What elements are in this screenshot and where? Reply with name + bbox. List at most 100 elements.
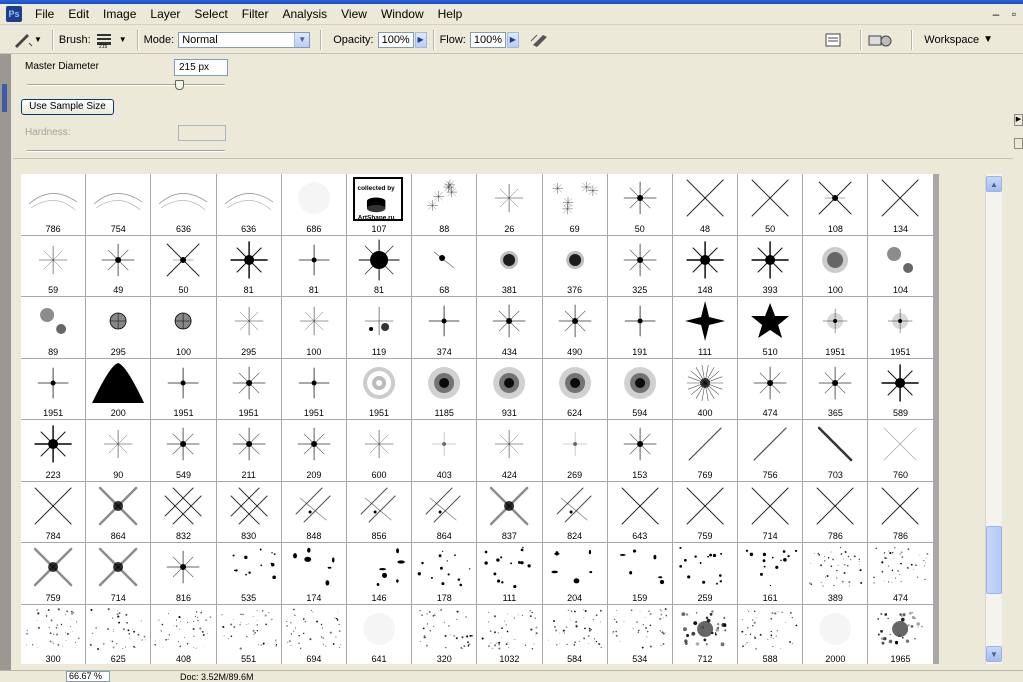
brush-preset-cell[interactable]: 535 [216,543,281,604]
brush-preset-cell[interactable]: 88 [412,174,477,235]
panel-resize-icon[interactable] [1014,138,1023,149]
brush-preset-cell[interactable]: 641 [346,604,412,664]
brush-preset-cell[interactable]: 90 [86,420,151,481]
brush-preset-cell[interactable]: 1951 [21,358,86,419]
brush-preset-cell[interactable]: 259 [672,543,738,604]
chevron-down-icon[interactable]: ▼ [294,32,310,47]
menu-edit[interactable]: Edit [61,4,96,25]
menu-file[interactable]: File [28,4,61,25]
brush-preset-cell[interactable]: 111 [672,297,738,358]
brush-preset-cell[interactable]: 756 [738,420,803,481]
brush-preset-cell[interactable]: 393 [738,235,803,296]
brush-preset-cell[interactable]: 864 [412,481,477,542]
brush-preset-cell[interactable]: 223 [21,420,86,481]
brush-preset-cell[interactable]: 474 [868,543,933,604]
mode-select[interactable]: Normal ▼ [178,31,311,48]
brush-preset-cell[interactable]: 1965 [868,604,933,664]
brush-preset-cell[interactable]: 178 [412,543,477,604]
brush-preset-cell[interactable]: 134 [868,174,933,235]
tool-preset-arrow-icon[interactable]: ▼ [34,35,42,44]
brush-preset-cell[interactable]: 295 [216,297,281,358]
brush-preset-cell[interactable]: 204 [542,543,607,604]
workspace-menu[interactable]: Workspace [924,34,979,46]
brush-preset-cell[interactable]: 100 [803,235,868,296]
opacity-slider-arrow-icon[interactable]: ▶ [414,31,427,48]
brush-preset-cell[interactable]: 403 [412,420,477,481]
brush-preset-cell[interactable]: 400 [672,358,738,419]
brush-preset-cell[interactable]: 376 [542,235,607,296]
menu-view[interactable]: View [334,4,374,25]
menu-filter[interactable]: Filter [235,4,276,25]
menu-window[interactable]: Window [374,4,431,25]
brush-preset-cell[interactable]: 636 [151,174,216,235]
brush-preset-cell[interactable]: 50 [607,174,672,235]
brush-preset-cell[interactable]: 589 [868,358,933,419]
brush-preset-cell[interactable]: 786 [803,481,868,542]
brush-preset-cell[interactable]: 754 [86,174,151,235]
brush-preset-cell[interactable]: 325 [607,235,672,296]
brush-preset-cell[interactable]: 148 [672,235,738,296]
brush-preset-cell[interactable]: 59 [21,235,86,296]
brush-preset-cell[interactable]: 81 [216,235,281,296]
toolbar-tab[interactable] [2,84,7,112]
brush-preset-cell[interactable]: 759 [21,543,86,604]
brush-preset-cell[interactable]: 295 [86,297,151,358]
brush-preset-cell[interactable]: 89 [21,297,86,358]
flow-input[interactable]: 100% [469,31,506,48]
brush-preset-cell[interactable]: 389 [803,543,868,604]
menu-analysis[interactable]: Analysis [275,4,334,25]
menu-layer[interactable]: Layer [143,4,187,25]
brush-preset-cell[interactable]: 1032 [477,604,542,664]
brush-preset-cell[interactable]: 584 [542,604,607,664]
brush-preset-cell[interactable]: 856 [346,481,412,542]
brush-preset-cell[interactable]: 81 [281,235,346,296]
brush-tool-icon[interactable] [12,31,34,49]
scrollbar-thumb[interactable] [986,526,1002,594]
brush-preset-cell[interactable]: 320 [412,604,477,664]
brush-preset-cell[interactable]: 594 [607,358,672,419]
menu-help[interactable]: Help [431,4,470,25]
brush-preset-cell[interactable]: 408 [151,604,216,664]
scroll-up-button[interactable]: ▲ [986,176,1002,192]
brush-preset-cell[interactable]: 50 [151,235,216,296]
palette-well-icon[interactable] [824,32,842,48]
brush-preset-cell[interactable]: 694 [281,604,346,664]
brush-preset-cell[interactable]: 100 [281,297,346,358]
brush-preset-cell[interactable]: 2000 [803,604,868,664]
brush-preset-cell[interactable]: 824 [542,481,607,542]
brush-preset-cell[interactable]: 209 [281,420,346,481]
brush-preset-icon[interactable]: 215 [95,31,115,50]
hardness-slider[interactable] [27,150,225,152]
brush-preset-cell[interactable]: 49 [86,235,151,296]
brush-preset-cell[interactable]: 784 [21,481,86,542]
brush-preset-cell[interactable]: 636 [216,174,281,235]
brush-preset-cell[interactable]: 200 [86,358,151,419]
brush-preset-cell[interactable]: 1951 [151,358,216,419]
brush-preset-cell[interactable]: 191 [607,297,672,358]
brush-preset-cell[interactable]: 551 [216,604,281,664]
brush-preset-cell[interactable]: 1951 [868,297,933,358]
brush-preset-cell[interactable]: 848 [281,481,346,542]
brush-preset-cell[interactable]: 300 [21,604,86,664]
scroll-down-button[interactable]: ▼ [986,646,1002,662]
brush-preset-cell[interactable]: 48 [672,174,738,235]
airbrush-icon[interactable] [529,31,553,49]
brush-preset-cell[interactable]: 625 [86,604,151,664]
brush-preset-cell[interactable]: 1951 [216,358,281,419]
brush-preset-cell[interactable]: 153 [607,420,672,481]
brush-preset-cell[interactable]: 830 [216,481,281,542]
brush-preset-cell[interactable]: 786 [21,174,86,235]
chevron-down-icon[interactable]: ▼ [983,34,993,45]
brush-preset-cell[interactable]: 50 [738,174,803,235]
brush-preset-cell[interactable]: 534 [607,604,672,664]
opacity-input[interactable]: 100% [377,31,414,48]
brush-preset-cell[interactable]: 146 [346,543,412,604]
brush-preset-cell[interactable]: 510 [738,297,803,358]
photoshop-logo-icon[interactable]: Ps [6,6,22,22]
brush-preset-cell[interactable]: 549 [151,420,216,481]
brush-preset-cell[interactable]: 714 [86,543,151,604]
master-diameter-slider-thumb[interactable] [175,80,185,90]
brush-preset-cell[interactable]: 100 [151,297,216,358]
flow-slider-arrow-icon[interactable]: ▶ [506,31,519,48]
brush-preset-cell[interactable]: 474 [738,358,803,419]
